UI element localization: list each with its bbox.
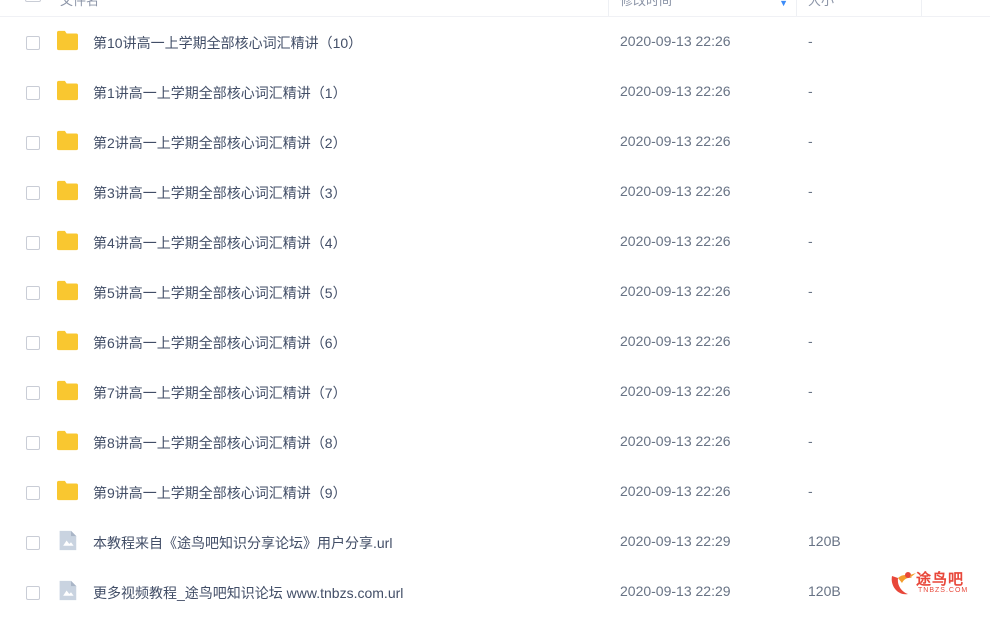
file-modified-time: 2020-09-13 22:26 [620,383,731,399]
row-checkbox[interactable] [26,36,40,50]
folder-icon [57,280,78,301]
column-header-size-label: 大小 [808,0,835,8]
file-row[interactable]: 第10讲高一上学期全部核心词汇精讲（10） 2020-09-13 22:26 - [0,17,990,67]
watermark-text: 途鸟吧 [916,571,965,588]
file-size: - [808,383,813,399]
column-header-size[interactable]: 大小 [796,0,922,16]
file-size: - [808,433,813,449]
file-size: 120B [808,583,841,599]
row-checkbox[interactable] [26,286,40,300]
file-row[interactable]: 第2讲高一上学期全部核心词汇精讲（2） 2020-09-13 22:26 - [0,117,990,167]
bird-logo-icon [891,572,916,595]
row-checkbox[interactable] [26,586,40,600]
sort-down-icon[interactable]: ▼ [779,0,788,8]
row-checkbox[interactable] [26,236,40,250]
folder-icon [57,480,78,501]
row-checkbox[interactable] [26,336,40,350]
row-checkbox[interactable] [26,436,40,450]
column-header-name-label: 文件名 [60,0,100,8]
file-modified-time: 2020-09-13 22:26 [620,33,731,49]
file-row[interactable]: 本教程来自《途鸟吧知识分享论坛》用户分享.url 2020-09-13 22:29… [0,517,990,567]
file-name[interactable]: 第4讲高一上学期全部核心词汇精讲（4） [93,233,347,253]
file-row[interactable]: 第7讲高一上学期全部核心词汇精讲（7） 2020-09-13 22:26 - [0,367,990,417]
row-checkbox[interactable] [26,486,40,500]
file-name[interactable]: 第10讲高一上学期全部核心词汇精讲（10） [93,33,362,53]
file-modified-time: 2020-09-13 22:29 [620,533,731,549]
file-name[interactable]: 本教程来自《途鸟吧知识分享论坛》用户分享.url [93,533,392,553]
file-row[interactable]: 第3讲高一上学期全部核心词汇精讲（3） 2020-09-13 22:26 - [0,167,990,217]
file-name[interactable]: 第8讲高一上学期全部核心词汇精讲（8） [93,433,347,453]
link-file-icon [59,580,77,601]
folder-icon [57,230,78,251]
file-modified-time: 2020-09-13 22:26 [620,83,731,99]
file-size: - [808,33,813,49]
file-modified-time: 2020-09-13 22:26 [620,283,731,299]
row-checkbox[interactable] [26,386,40,400]
column-header-name[interactable]: 文件名 [50,0,609,16]
file-row[interactable]: 第1讲高一上学期全部核心词汇精讲（1） 2020-09-13 22:26 - [0,67,990,117]
watermark-logo: 途鸟吧 TNBZS.COM [888,566,984,600]
file-size: - [808,483,813,499]
file-size: - [808,233,813,249]
select-all-checkbox[interactable] [25,0,41,2]
file-name[interactable]: 更多视频教程_途鸟吧知识论坛 www.tnbzs.com.url [93,583,403,603]
file-modified-time: 2020-09-13 22:26 [620,483,731,499]
file-row[interactable]: 更多视频教程_途鸟吧知识论坛 www.tnbzs.com.url 2020-09-… [0,567,990,617]
link-file-icon [59,530,77,551]
file-row[interactable]: 第5讲高一上学期全部核心词汇精讲（5） 2020-09-13 22:26 - [0,267,990,317]
file-modified-time: 2020-09-13 22:26 [620,133,731,149]
file-name[interactable]: 第1讲高一上学期全部核心词汇精讲（1） [93,83,347,103]
column-header-time[interactable]: 修改时间 ▼ [608,0,797,16]
file-size: 120B [808,533,841,549]
file-modified-time: 2020-09-13 22:26 [620,333,731,349]
file-row[interactable]: 第9讲高一上学期全部核心词汇精讲（9） 2020-09-13 22:26 - [0,467,990,517]
file-name[interactable]: 第7讲高一上学期全部核心词汇精讲（7） [93,383,347,403]
file-size: - [808,283,813,299]
file-list-header: 文件名 修改时间 ▼ 大小 [0,0,990,17]
file-modified-time: 2020-09-13 22:26 [620,433,731,449]
file-size: - [808,183,813,199]
file-modified-time: 2020-09-13 22:29 [620,583,731,599]
file-name[interactable]: 第6讲高一上学期全部核心词汇精讲（6） [93,333,347,353]
column-header-time-label: 修改时间 [620,0,673,8]
row-checkbox[interactable] [26,536,40,550]
file-row[interactable]: 第4讲高一上学期全部核心词汇精讲（4） 2020-09-13 22:26 - [0,217,990,267]
row-checkbox[interactable] [26,136,40,150]
file-size: - [808,133,813,149]
watermark-subtext: TNBZS.COM [918,587,969,594]
file-name[interactable]: 第2讲高一上学期全部核心词汇精讲（2） [93,133,347,153]
folder-icon [57,330,78,351]
folder-icon [57,430,78,451]
folder-icon [57,380,78,401]
file-name[interactable]: 第3讲高一上学期全部核心词汇精讲（3） [93,183,347,203]
folder-icon [57,130,78,151]
folder-icon [57,80,78,101]
row-checkbox[interactable] [26,186,40,200]
file-modified-time: 2020-09-13 22:26 [620,183,731,199]
folder-icon [57,30,78,51]
file-size: - [808,83,813,99]
file-row[interactable]: 第8讲高一上学期全部核心词汇精讲（8） 2020-09-13 22:26 - [0,417,990,467]
file-row[interactable]: 第6讲高一上学期全部核心词汇精讲（6） 2020-09-13 22:26 - [0,317,990,367]
file-name[interactable]: 第9讲高一上学期全部核心词汇精讲（9） [93,483,347,503]
file-name[interactable]: 第5讲高一上学期全部核心词汇精讲（5） [93,283,347,303]
file-modified-time: 2020-09-13 22:26 [620,233,731,249]
file-size: - [808,333,813,349]
folder-icon [57,180,78,201]
row-checkbox[interactable] [26,86,40,100]
